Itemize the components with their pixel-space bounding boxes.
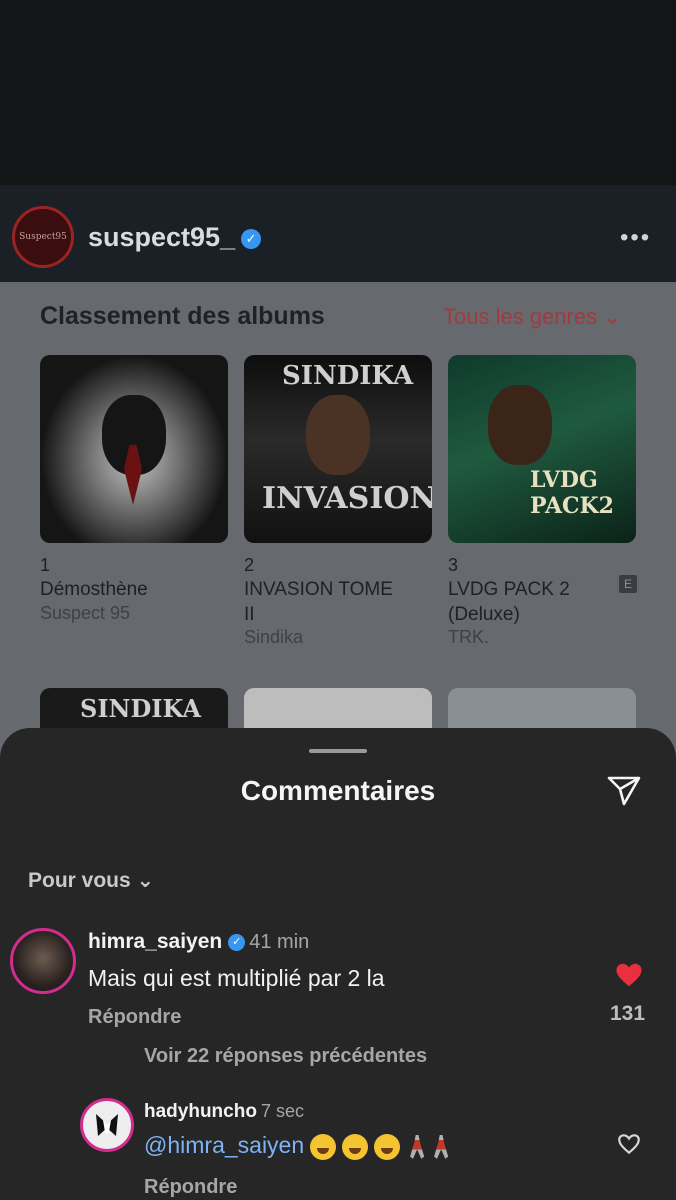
cover-title: LVDG PACK2: [530, 467, 614, 519]
album-name[interactable]: Démosthène: [40, 577, 225, 602]
album-artist[interactable]: Suspect 95: [40, 603, 130, 624]
cover-title-top: SINDIKA: [282, 361, 414, 391]
post-author-avatar[interactable]: Suspect95: [12, 206, 74, 268]
verified-badge-icon: ✓: [241, 228, 262, 249]
commenter-avatar[interactable]: [10, 928, 76, 994]
cover-title-bottom: INVASION: [262, 481, 432, 516]
verified-badge-icon: ✓: [228, 933, 246, 951]
reply-button[interactable]: Répondre: [144, 1176, 237, 1199]
album-cover-1[interactable]: [40, 355, 228, 543]
commenter-username[interactable]: himra_saiyen: [88, 930, 222, 953]
laughing-emoji-icon: [310, 1133, 337, 1160]
comment-sort-dropdown[interactable]: Pour vous ⌄: [28, 868, 154, 893]
like-outline-icon[interactable]: [616, 1131, 642, 1157]
cover-title: SINDIKA: [80, 694, 202, 723]
cover-portrait: [306, 395, 370, 475]
share-icon[interactable]: [604, 770, 644, 810]
chart-title: Classement des albums: [40, 302, 325, 330]
comment-time: 41 min: [249, 931, 310, 953]
album-cover-2[interactable]: SINDIKA INVASION: [244, 355, 432, 543]
mention-link[interactable]: @himra_saiyen: [144, 1132, 304, 1158]
sheet-drag-handle[interactable]: [309, 749, 367, 753]
comment-header: himra_saiyen ✓ 41 min: [88, 930, 309, 954]
album-cover-3[interactable]: LVDG PACK2: [448, 355, 636, 543]
comment-text: Mais qui est multiplié par 2 la: [88, 965, 385, 991]
reply-author-avatar[interactable]: [80, 1098, 134, 1152]
album-artist[interactable]: Sindika: [244, 627, 303, 648]
person-with-cane-emoji-icon: [410, 1134, 425, 1159]
album-name[interactable]: INVASION TOME II: [244, 577, 404, 627]
avatar-label: Suspect95: [19, 232, 67, 242]
comment-text: @himra_saiyen: [144, 1132, 449, 1160]
comments-title: Commentaires: [240, 775, 436, 806]
post-author-username[interactable]: suspect95_ ✓: [88, 222, 262, 253]
view-previous-replies-link[interactable]: Voir 22 réponses précédentes: [144, 1045, 427, 1068]
reply-button[interactable]: Répondre: [88, 1006, 181, 1029]
album-rank: 2: [244, 555, 255, 575]
tuxedo-icon: [96, 1114, 118, 1136]
like-count: 131: [610, 1002, 646, 1025]
commenter-username[interactable]: hadyhuncho: [144, 1101, 257, 1122]
comment-header: hadyhuncho 7 sec: [144, 1101, 304, 1123]
genre-filter-dropdown[interactable]: Tous les genres ⌄: [443, 304, 622, 330]
cover-portrait: [488, 385, 552, 465]
laughing-emoji-icon: [374, 1133, 401, 1160]
username-text: suspect95_: [88, 222, 236, 252]
laughing-emoji-icon: [342, 1133, 369, 1160]
comment-time: 7 sec: [260, 1101, 304, 1121]
album-artist[interactable]: TRK.: [448, 627, 489, 648]
more-options-icon[interactable]: •••: [620, 224, 651, 252]
album-rank: 1: [40, 555, 51, 575]
explicit-badge: E: [619, 575, 637, 593]
background-top: [0, 0, 676, 185]
album-rank: 3: [448, 555, 459, 575]
like-filled-icon[interactable]: [614, 960, 644, 990]
person-with-cane-emoji-icon: [434, 1134, 449, 1159]
album-name[interactable]: LVDG PACK 2 (Deluxe): [448, 577, 588, 627]
